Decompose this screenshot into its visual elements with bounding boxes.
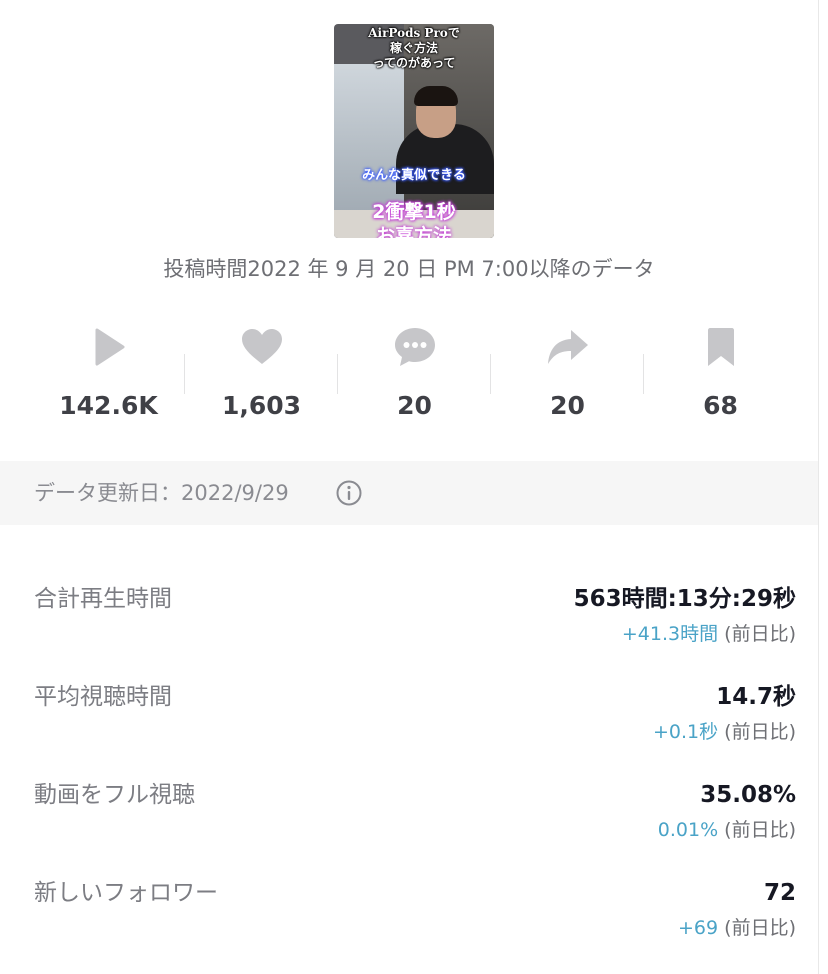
- metric-label: 平均視聴時間: [34, 684, 172, 710]
- share-icon: [547, 324, 589, 370]
- stat-shares: 20: [491, 322, 644, 432]
- stat-likes: 1,603: [185, 322, 338, 432]
- metric-compare: (前日比): [724, 623, 796, 645]
- metric-label: 動画をフル視聴: [34, 782, 195, 808]
- stat-saves: 68: [644, 322, 797, 432]
- likes-count: 1,603: [221, 391, 302, 420]
- metric-new-followers: 新しいフォロワー 72 +69 (前日比): [34, 876, 796, 972]
- metric-compare: (前日比): [724, 917, 796, 939]
- metric-delta: 0.01% (前日比): [658, 816, 796, 844]
- heart-icon: [241, 324, 283, 370]
- stat-comments: 20: [338, 322, 491, 432]
- thumbnail-person-hair: [414, 86, 458, 106]
- play-icon: [88, 324, 130, 370]
- metric-full-video-watched: 動画をフル視聴 35.08% 0.01% (前日比): [34, 778, 796, 874]
- metric-delta: +69 (前日比): [678, 914, 796, 942]
- thumbnail-caption-middle: みんな真似できる: [362, 168, 466, 183]
- metric-change: +41.3時間: [621, 623, 719, 645]
- stat-views: 142.6K: [32, 322, 185, 432]
- metric-change: +69: [678, 917, 719, 939]
- views-count: 142.6K: [59, 391, 158, 420]
- metric-value: 35.08%: [700, 782, 796, 808]
- metric-value: 72: [763, 880, 796, 906]
- info-icon[interactable]: [336, 480, 362, 506]
- metric-label: 合計再生時間: [34, 586, 172, 612]
- metric-change: +0.1秒: [652, 721, 719, 743]
- shares-count: 20: [550, 391, 585, 420]
- post-time-label: 投稿時間2022 年 9 月 20 日 PM 7:00以降のデータ: [163, 257, 655, 281]
- metric-compare: (前日比): [724, 721, 796, 743]
- metric-value: 14.7秒: [716, 684, 796, 710]
- metric-total-play-time: 合計再生時間 563時間:13分:29秒 +41.3時間 (前日比): [34, 582, 796, 678]
- thumbnail-caption-bottom-2: お喜方法: [375, 225, 452, 238]
- engagement-stats: 142.6K 1,603 20 20 68: [32, 322, 796, 432]
- video-thumbnail[interactable]: AirPods Proで 稼ぐ方法 ってのがあって みんな真似できる 2衝撃1秒…: [334, 24, 494, 238]
- metric-compare: (前日比): [724, 819, 796, 841]
- metric-label: 新しいフォロワー: [34, 880, 218, 906]
- bookmark-icon: [700, 324, 742, 370]
- data-update-bar: データ更新日：2022/9/29: [0, 461, 818, 525]
- saves-count: 68: [703, 391, 738, 420]
- metric-average-watch-time: 平均視聴時間 14.7秒 +0.1秒 (前日比): [34, 680, 796, 776]
- thumbnail-caption-top: AirPods Proで 稼ぐ方法 ってのがあって: [368, 26, 460, 70]
- comments-count: 20: [397, 391, 432, 420]
- thumbnail-caption-bottom-1: 2衝撃1秒: [372, 201, 456, 223]
- metric-value: 563時間:13分:29秒: [573, 586, 796, 612]
- metric-delta: +41.3時間 (前日比): [622, 620, 796, 648]
- scrollbar[interactable]: [818, 0, 828, 974]
- data-update-label: データ更新日：2022/9/29: [34, 481, 289, 505]
- metric-change: 0.01%: [657, 819, 719, 841]
- metric-delta: +0.1秒 (前日比): [653, 718, 796, 746]
- comment-icon: [394, 324, 436, 370]
